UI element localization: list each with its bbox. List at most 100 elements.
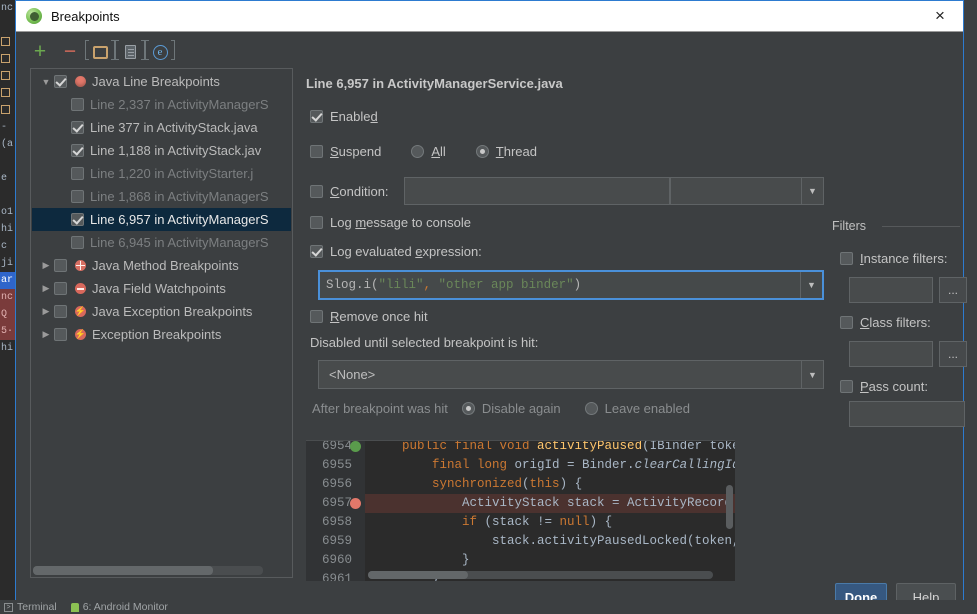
code-line-text: synchronized(this) {	[432, 477, 583, 491]
tree-row-checkbox[interactable]	[71, 213, 84, 226]
minus-icon: −	[63, 40, 77, 63]
tree-horizontal-scrollbar[interactable]	[33, 566, 263, 575]
code-vertical-scrollbar[interactable]	[726, 485, 733, 529]
code-preview[interactable]: 6954 public final void activityPaused(IB…	[306, 440, 735, 581]
condition-combo[interactable]: ▼	[670, 177, 824, 205]
breakpoint-tree[interactable]: ▼ Java Line Breakpoints Line 2,337 in Acti…	[32, 70, 291, 564]
tree-twisty-icon[interactable]: ▶	[38, 283, 54, 294]
tree-row-label: Line 2,337 in ActivityManagerS	[90, 97, 269, 112]
remove-breakpoint-button[interactable]: −	[60, 40, 80, 63]
edit-description-button[interactable]: e	[145, 40, 175, 62]
tree-twisty-icon[interactable]: ▶	[38, 329, 54, 340]
tree-row[interactable]: ▶ Java Method Breakpoints	[32, 254, 291, 277]
log-expression-checkbox[interactable]	[310, 245, 323, 258]
statusbar-android-monitor[interactable]: 6: Android Monitor	[70, 601, 168, 613]
code-horizontal-scrollbar[interactable]	[368, 571, 713, 579]
enabled-checkbox[interactable]	[310, 110, 323, 123]
instance-filters-checkbox[interactable]	[840, 252, 853, 265]
class-filters-row[interactable]: Class filters:	[840, 315, 931, 330]
leave-enabled-radio[interactable]	[584, 402, 598, 415]
disabled-until-chevron-down-icon[interactable]: ▼	[801, 361, 823, 388]
instance-filters-input[interactable]	[849, 277, 933, 303]
remove-once-hit-checkbox[interactable]	[310, 310, 323, 323]
close-icon[interactable]: ×	[917, 1, 963, 32]
tree-row-checkbox[interactable]	[54, 328, 67, 341]
condition-checkbox[interactable]	[310, 185, 323, 198]
view-source-button[interactable]	[115, 40, 145, 62]
suspend-thread-label: Thread	[495, 144, 537, 159]
condition-input[interactable]	[404, 177, 670, 205]
group-breakpoints-button[interactable]	[85, 40, 115, 62]
tree-row-checkbox[interactable]	[54, 305, 67, 318]
tree-row-checkbox[interactable]	[71, 190, 84, 203]
pass-count-checkbox[interactable]	[840, 380, 853, 393]
tree-row-checkbox[interactable]	[71, 121, 84, 134]
tree-twisty-icon[interactable]: ▶	[38, 306, 54, 317]
log-expression-row[interactable]: Log evaluated expression:	[310, 244, 482, 259]
tree-row-label: Line 377 in ActivityStack.java	[90, 120, 258, 135]
disable-again-radio[interactable]	[461, 402, 475, 415]
log-message-row[interactable]: Log message to console	[310, 215, 471, 230]
log-message-checkbox[interactable]	[310, 216, 323, 229]
code-line-text: if (stack != null) {	[462, 515, 613, 529]
code-line-text: final long origId = Binder.clearCallingI…	[432, 458, 735, 472]
tree-row[interactable]: Line 6,957 in ActivityManagerS	[32, 208, 291, 231]
tree-row[interactable]: ▶ ⚡ Java Exception Breakpoints	[32, 300, 291, 323]
tree-row-label: Line 6,945 in ActivityManagerS	[90, 235, 269, 250]
instance-filters-row[interactable]: Instance filters:	[840, 251, 947, 266]
suspend-row[interactable]: Suspend All Thread	[310, 144, 537, 159]
code-line-number: 6954	[321, 440, 352, 453]
tree-row-checkbox[interactable]	[54, 75, 67, 88]
breakpoint-marker-icon[interactable]	[350, 498, 361, 509]
tree-row[interactable]: Line 6,945 in ActivityManagerS	[32, 231, 291, 254]
tree-row[interactable]: Line 2,337 in ActivityManagerS	[32, 93, 291, 116]
method-breakpoint-icon	[73, 260, 87, 271]
exception-breakpoint-icon: ⚡	[74, 329, 86, 340]
terminal-icon: >	[4, 602, 13, 612]
tree-row[interactable]: ▼ Java Line Breakpoints	[32, 70, 291, 93]
tree-row[interactable]: Line 1,868 in ActivityManagerS	[32, 185, 291, 208]
code-line-number: 6956	[321, 477, 352, 491]
disabled-until-label: Disabled until selected breakpoint is hi…	[310, 335, 539, 350]
log-message-label: Log message to console	[330, 215, 471, 230]
instance-filters-browse-button[interactable]: ...	[939, 277, 967, 303]
class-filters-input[interactable]	[849, 341, 933, 367]
class-filters-checkbox[interactable]	[840, 316, 853, 329]
statusbar-terminal[interactable]: > Terminal	[4, 601, 57, 613]
tree-row[interactable]: Line 377 in ActivityStack.java	[32, 116, 291, 139]
condition-row[interactable]: Condition:	[310, 184, 389, 199]
chevron-down-icon[interactable]: ▼	[801, 178, 823, 204]
tree-twisty-icon[interactable]: ▼	[38, 77, 54, 87]
class-filters-browse-button[interactable]: ...	[939, 341, 967, 367]
tree-row-checkbox[interactable]	[71, 236, 84, 249]
breakpoint-toolbar: + − e	[30, 40, 175, 63]
pass-count-row[interactable]: Pass count:	[840, 379, 928, 394]
tree-row-checkbox[interactable]	[71, 167, 84, 180]
tree-row[interactable]: Line 1,188 in ActivityStack.jav	[32, 139, 291, 162]
after-hit-row: After breakpoint was hit Disable again L…	[312, 401, 690, 416]
tree-row[interactable]: ▶ ⚡ Exception Breakpoints	[32, 323, 291, 346]
suspend-all-radio[interactable]	[411, 145, 425, 158]
tree-row-checkbox[interactable]	[54, 282, 67, 295]
exception-breakpoint-icon: ⚡	[74, 306, 86, 317]
add-breakpoint-button[interactable]: +	[30, 41, 50, 62]
breakpoint-tree-panel[interactable]: ▼ Java Line Breakpoints Line 2,337 in Acti…	[30, 68, 293, 578]
tree-row-checkbox[interactable]	[71, 98, 84, 111]
method-marker-icon[interactable]	[350, 441, 361, 452]
suspend-thread-radio[interactable]	[475, 145, 489, 158]
expression-chevron-down-icon[interactable]: ▼	[800, 272, 822, 298]
enabled-checkbox-row[interactable]: Enabled	[310, 109, 378, 124]
folder-icon	[92, 45, 108, 59]
tree-row-checkbox[interactable]	[71, 144, 84, 157]
code-line-text: stack.activityPausedLocked(token, false)…	[372, 534, 735, 548]
remove-once-hit-row[interactable]: Remove once hit	[310, 309, 428, 324]
tree-row[interactable]: Line 1,220 in ActivityStarter.j	[32, 162, 291, 185]
log-expression-input[interactable]: Slog.i("lili", "other app binder") ▼	[318, 270, 824, 300]
log-expression-label: Log evaluated expression:	[330, 244, 482, 259]
tree-twisty-icon[interactable]: ▶	[38, 260, 54, 271]
disabled-until-combo[interactable]: <None> ▼	[318, 360, 824, 389]
tree-row-checkbox[interactable]	[54, 259, 67, 272]
tree-row[interactable]: ▶ Java Field Watchpoints	[32, 277, 291, 300]
pass-count-input[interactable]	[849, 401, 965, 427]
suspend-checkbox[interactable]	[310, 145, 323, 158]
